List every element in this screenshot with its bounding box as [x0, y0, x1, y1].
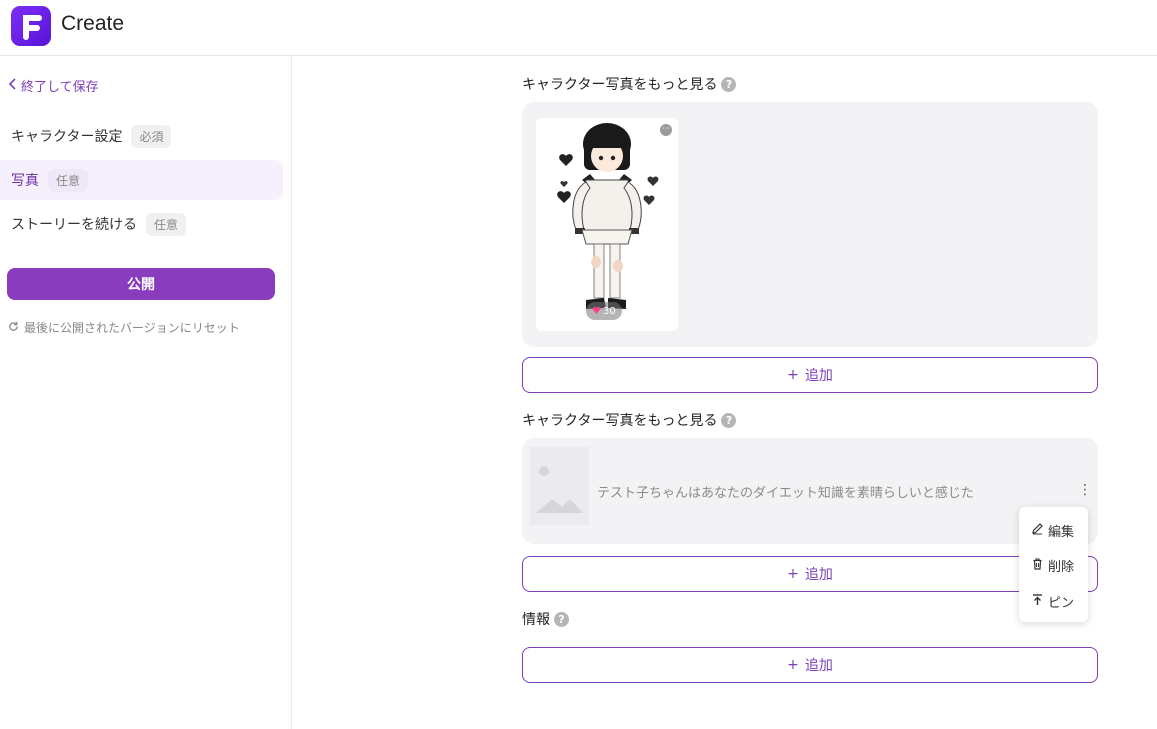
sidebar-item-label: 写真 [11, 173, 39, 189]
context-menu: 編集 削除 ピン [1019, 507, 1088, 622]
publish-button[interactable]: 公開 [7, 268, 275, 300]
pin-icon [1031, 593, 1044, 610]
image-placeholder-icon [530, 447, 589, 525]
heart-icon: ♥ [592, 305, 601, 317]
optional-badge: 任意 [48, 168, 89, 192]
top-bar: Create [0, 0, 1157, 56]
sidebar-item-label: キャラクター設定 [11, 129, 123, 145]
help-icon[interactable]: ? [554, 611, 569, 627]
section-title-more-photos-2: キャラクター写真をもっと見る ? [522, 410, 737, 430]
help-icon[interactable]: ? [721, 76, 737, 92]
sidebar: 終了して保存 キャラクター設定 必須 写真 任意 ストーリーを続ける 任意 公開… [0, 56, 292, 729]
optional-badge: 任意 [146, 212, 187, 236]
photo-gallery-panel: ··· ♥ 30 [522, 102, 1098, 347]
more-icon[interactable]: ··· [660, 124, 672, 136]
plus-icon: + [787, 657, 799, 673]
sidebar-item-continue-story[interactable]: ストーリーを続ける 任意 [0, 204, 283, 244]
sidebar-item-character-settings[interactable]: キャラクター設定 必須 [0, 116, 283, 156]
menu-item-edit[interactable]: 編集 [1031, 521, 1074, 540]
kebab-icon[interactable]: ⋮ [1078, 482, 1092, 498]
exit-and-save-label: 終了して保存 [21, 80, 99, 95]
section-title-info: 情報 ? [522, 609, 569, 629]
character-photo-card[interactable]: ··· ♥ 30 [536, 118, 678, 331]
story-item-panel: テスト子ちゃんはあなたのダイエット知識を素晴らしいと感じた ⋮ [522, 438, 1098, 544]
add-story-button[interactable]: + 追加 [522, 556, 1098, 592]
sidebar-item-photos[interactable]: 写真 任意 [0, 160, 283, 200]
required-badge: 必須 [131, 124, 172, 148]
reset-to-published-link[interactable]: 最後に公開されたバージョンにリセット [8, 319, 240, 336]
add-info-button[interactable]: + 追加 [522, 647, 1098, 683]
plus-icon: + [787, 367, 799, 383]
logo-icon[interactable] [11, 6, 51, 46]
sidebar-item-label: ストーリーを続ける [11, 217, 137, 233]
reset-label: 最後に公開されたバージョンにリセット [24, 321, 240, 335]
menu-item-delete[interactable]: 削除 [1031, 556, 1074, 575]
section-title-more-photos: キャラクター写真をもっと見る ? [522, 74, 737, 94]
app-title: Create [61, 12, 125, 35]
refresh-icon [8, 321, 19, 335]
chevron-left-icon [8, 77, 18, 94]
likes-count: ♥ 30 [586, 302, 622, 320]
trash-icon [1031, 557, 1044, 574]
menu-item-pin[interactable]: ピン [1031, 592, 1074, 611]
plus-icon: + [787, 566, 799, 582]
add-photo-button[interactable]: + 追加 [522, 357, 1098, 393]
help-icon[interactable]: ? [721, 412, 737, 428]
pencil-icon [1031, 522, 1044, 539]
character-illustration [536, 118, 678, 331]
story-text: テスト子ちゃんはあなたのダイエット知識を素晴らしいと感じた [597, 486, 974, 501]
exit-and-save-link[interactable]: 終了して保存 [8, 76, 99, 95]
